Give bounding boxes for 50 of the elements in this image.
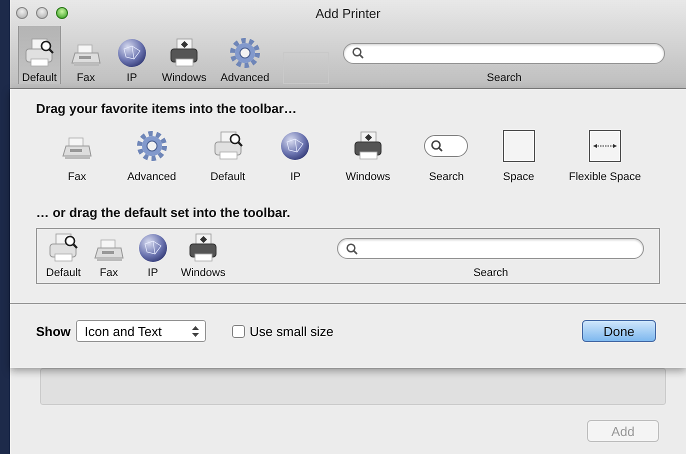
item-label: Space	[503, 171, 534, 183]
globe-icon	[136, 232, 169, 264]
checkbox-label[interactable]: Use small size	[250, 324, 334, 338]
close-button[interactable]	[16, 7, 28, 19]
item-label: Search	[429, 171, 464, 183]
search-field-icon	[424, 135, 468, 157]
toolbar-button[interactable]: Advanced	[215, 26, 274, 84]
gear-icon	[136, 130, 168, 162]
zoom-button[interactable]	[56, 7, 68, 19]
printer-icon	[47, 232, 80, 264]
item-label: IP	[148, 267, 158, 279]
search-field[interactable]	[337, 238, 644, 259]
item-label: Default	[210, 171, 246, 183]
gear-icon	[228, 37, 261, 69]
item-label: Search	[486, 72, 522, 84]
globe-icon	[279, 130, 312, 162]
item-label: Search	[473, 267, 508, 279]
item-label: Fax	[68, 171, 86, 183]
search-icon	[352, 47, 364, 59]
default-set-heading: … or drag the default set into the toolbar.	[36, 205, 292, 220]
toolbar-button[interactable]: Windows	[156, 26, 212, 84]
popup-arrows-icon	[192, 326, 199, 336]
space-icon	[502, 130, 535, 162]
printer-icon	[168, 37, 200, 69]
item-label: Advanced	[127, 171, 176, 183]
minimize-button[interactable]	[36, 7, 48, 19]
toolbar-button[interactable]: Fax	[64, 26, 107, 84]
item-label: Fax	[100, 267, 118, 279]
search-icon	[346, 242, 358, 254]
item-label: IP	[290, 171, 301, 183]
palette-heading: Drag your favorite items into the toolbar…	[36, 101, 298, 116]
show-popup[interactable]: Icon and Text	[76, 320, 206, 342]
printer-icon	[23, 37, 56, 69]
item-label: Flexible Space	[568, 171, 641, 183]
item-label: Default	[46, 267, 81, 279]
show-label: Show	[36, 324, 71, 338]
toolbar-button[interactable]: IP	[110, 26, 153, 84]
search-field[interactable]	[343, 42, 665, 64]
checkbox[interactable]	[232, 324, 245, 338]
printer-icon	[187, 232, 220, 264]
toolbar-button[interactable]: Default	[18, 26, 61, 84]
globe-icon	[116, 37, 148, 69]
window-title: Add Printer	[315, 6, 381, 20]
default-set-box[interactable]: Default Fax IP Windows Search	[36, 228, 660, 284]
flexible-space-icon	[588, 130, 621, 162]
printer-icon	[352, 130, 384, 162]
item-label: Windows	[346, 171, 390, 183]
done-button[interactable]: Done	[582, 320, 656, 342]
item-label: Windows	[180, 267, 226, 279]
printer-icon	[212, 130, 244, 162]
